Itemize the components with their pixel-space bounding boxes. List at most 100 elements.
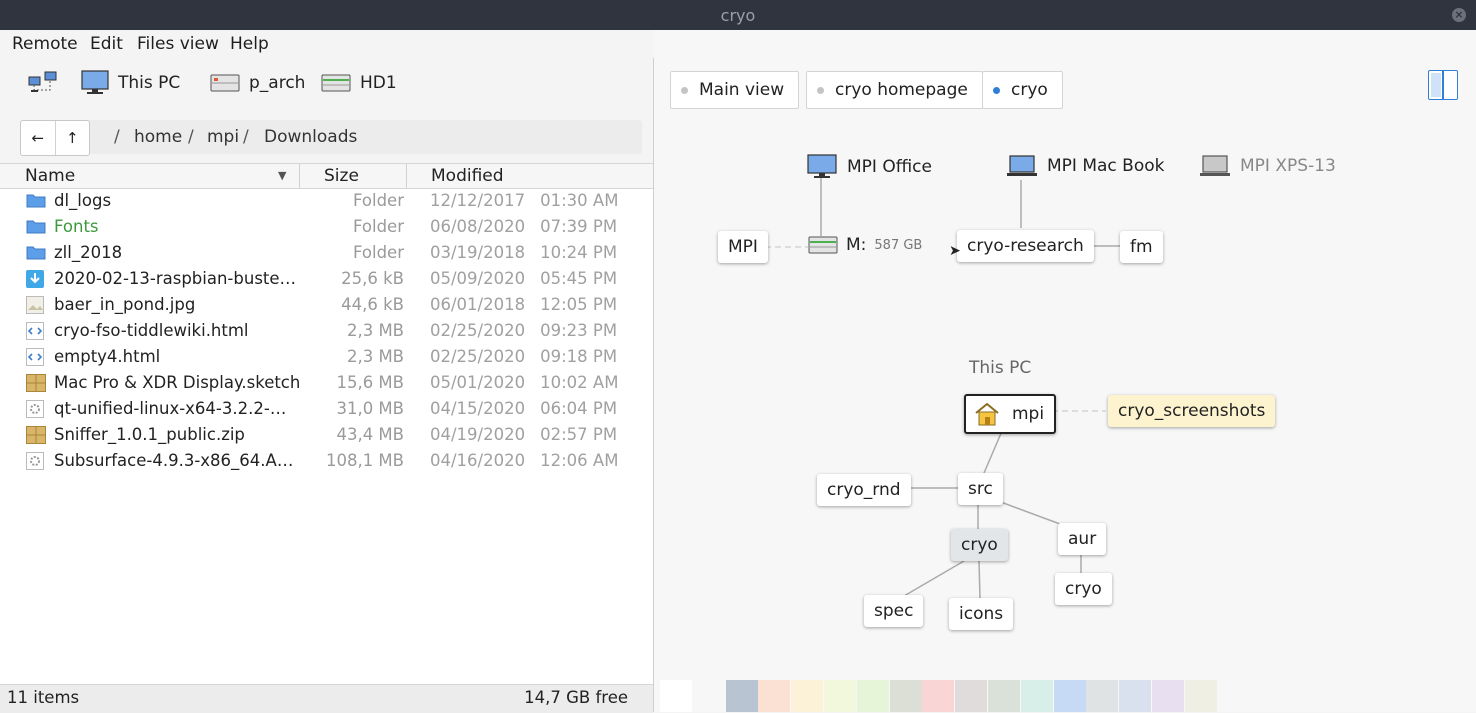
- laptop-icon: [1200, 155, 1230, 176]
- file-date: 04/19/2020: [430, 425, 526, 444]
- node-cryo-research[interactable]: cryo-research: [957, 230, 1094, 262]
- file-name: empty4.html: [54, 347, 161, 366]
- table-row[interactable]: Sniffer_1.0.1_public.zip 43,4 MB 04/19/202…: [0, 423, 653, 449]
- node-cryo-screenshots[interactable]: cryo_screenshots: [1108, 395, 1276, 427]
- node-mpi-mac-book[interactable]: MPI Mac Book: [1007, 154, 1164, 178]
- device-network[interactable]: [28, 70, 67, 96]
- color-swatch[interactable]: [725, 680, 758, 712]
- executable-icon: [26, 400, 46, 418]
- device-hd1[interactable]: HD1: [321, 70, 397, 96]
- file-time: 07:39 PM: [540, 217, 618, 236]
- color-swatch[interactable]: [692, 680, 725, 712]
- close-icon[interactable]: ×: [1452, 8, 1466, 22]
- column-modified[interactable]: Modified: [431, 166, 504, 186]
- table-row[interactable]: baer_in_pond.jpg 44,6 kB 06/01/2018 12:05 P…: [0, 293, 653, 319]
- table-row[interactable]: zll_2018 Folder 03/19/2018 10:24 PM: [0, 241, 653, 267]
- file-modified: 02/25/2020 09:23 PM: [430, 321, 617, 340]
- color-swatch[interactable]: [660, 680, 692, 712]
- up-button[interactable]: ↑: [56, 121, 90, 155]
- file-modified: 04/19/2020 02:57 PM: [430, 425, 617, 444]
- node-icons[interactable]: icons: [949, 598, 1014, 630]
- table-row[interactable]: cryo-fso-tiddlewiki.html 2,3 MB 02/25/2020…: [0, 319, 653, 345]
- window-title: cryo: [720, 6, 756, 25]
- color-swatch[interactable]: [1184, 680, 1217, 712]
- table-row[interactable]: Subsurface-4.9.3-x86_64.A… 108,1 MB 04/16/…: [0, 449, 653, 475]
- file-size: 43,4 MB: [336, 425, 404, 444]
- menu-bar: Remote Edit Files view Help: [0, 30, 654, 58]
- crumb-home[interactable]: home: [134, 127, 182, 147]
- menu-files-view[interactable]: Files view: [137, 34, 219, 54]
- device-this-pc-label: This PC: [118, 73, 181, 93]
- menu-help[interactable]: Help: [230, 34, 269, 54]
- file-modified: 06/01/2018 12:05 PM: [430, 295, 617, 314]
- file-name: qt-unified-linux-x64-3.2.2-…: [54, 399, 287, 418]
- back-button[interactable]: ←: [21, 121, 56, 155]
- node-cryo-2[interactable]: cryo: [1055, 573, 1112, 605]
- table-row[interactable]: qt-unified-linux-x64-3.2.2-… 31,0 MB 04/15…: [0, 397, 653, 423]
- path-separator: /: [114, 127, 120, 147]
- file-name: Mac Pro & XDR Display.sketch: [54, 373, 301, 392]
- node-aur[interactable]: aur: [1058, 523, 1107, 555]
- color-swatch[interactable]: [1086, 680, 1119, 712]
- node-cryo-rnd[interactable]: cryo_rnd: [817, 474, 911, 506]
- node-cryo[interactable]: cryo: [951, 529, 1008, 561]
- node-mpi-xps-13[interactable]: MPI XPS-13: [1200, 154, 1336, 178]
- mouse-cursor-icon: ➤: [949, 243, 961, 259]
- file-time: 12:06 AM: [540, 451, 619, 470]
- color-swatch[interactable]: [856, 680, 889, 712]
- color-swatch[interactable]: [889, 680, 922, 712]
- color-swatch[interactable]: [988, 680, 1020, 712]
- file-date: 12/12/2017: [430, 191, 526, 210]
- file-time: 09:23 PM: [540, 321, 618, 340]
- executable-icon: [26, 452, 46, 470]
- graph-pane: Main view cryo homepage cryo MPI Office: [654, 30, 1476, 712]
- color-swatch[interactable]: [1020, 680, 1053, 712]
- device-this-pc[interactable]: This PC: [81, 70, 180, 96]
- color-swatch[interactable]: [1119, 680, 1152, 712]
- node-mpi-office[interactable]: MPI Office: [807, 154, 932, 180]
- file-browser-pane: This PC p_arch HD1 ← ↑ / home / mpi / Do…: [0, 58, 654, 713]
- color-swatch[interactable]: [758, 680, 791, 712]
- file-date: 05/01/2020: [430, 373, 526, 392]
- table-row[interactable]: Fonts Folder 06/08/2020 07:39 PM: [0, 215, 653, 241]
- file-date: 04/16/2020: [430, 451, 526, 470]
- file-name: zll_2018: [54, 243, 123, 262]
- table-row[interactable]: Mac Pro & XDR Display.sketch 15,6 MB 05/01…: [0, 371, 653, 397]
- file-size: Folder: [353, 243, 404, 262]
- menu-remote[interactable]: Remote: [12, 34, 78, 54]
- file-date: 06/01/2018: [430, 295, 526, 314]
- node-src[interactable]: src: [958, 473, 1003, 505]
- file-list: dl_logs Folder 12/12/2017 01:30 AM Fonts Fold…: [0, 189, 653, 684]
- node-spec[interactable]: spec: [864, 595, 924, 627]
- node-mpi[interactable]: MPI: [718, 231, 768, 263]
- file-name: 2020-02-13-raspbian-buste…: [54, 269, 297, 288]
- table-row[interactable]: dl_logs Folder 12/12/2017 01:30 AM: [0, 189, 653, 215]
- color-swatch[interactable]: [824, 680, 856, 712]
- file-time: 09:18 PM: [540, 347, 618, 366]
- node-drive-m[interactable]: M: 587 GB: [808, 235, 922, 255]
- color-swatch[interactable]: [922, 680, 955, 712]
- sort-down-icon: ▼: [278, 169, 287, 182]
- file-modified: 12/12/2017 01:30 AM: [430, 191, 618, 210]
- crumb-downloads[interactable]: Downloads: [264, 127, 357, 147]
- table-row[interactable]: empty4.html 2,3 MB 02/25/2020 09:18 PM: [0, 345, 653, 371]
- column-name[interactable]: Name: [25, 166, 75, 186]
- file-modified: 02/25/2020 09:18 PM: [430, 347, 617, 366]
- color-swatch[interactable]: [955, 680, 988, 712]
- column-size[interactable]: Size: [324, 166, 359, 186]
- color-swatch[interactable]: [1053, 680, 1086, 712]
- download-icon: [26, 270, 46, 288]
- node-fm[interactable]: fm: [1120, 231, 1163, 263]
- device-p-arch-label: p_arch: [249, 73, 306, 93]
- file-size: 108,1 MB: [325, 451, 404, 470]
- device-p-arch[interactable]: p_arch: [210, 70, 305, 96]
- crumb-mpi[interactable]: mpi: [207, 127, 239, 147]
- color-swatch[interactable]: [1152, 680, 1184, 712]
- arrow-up-icon: ↑: [65, 129, 79, 147]
- folder-icon: [26, 218, 46, 236]
- color-swatch[interactable]: [791, 680, 824, 712]
- menu-edit[interactable]: Edit: [90, 34, 123, 54]
- file-time: 10:24 PM: [540, 243, 618, 262]
- table-row[interactable]: 2020-02-13-raspbian-buste… 25,6 kB 05/09/2…: [0, 267, 653, 293]
- node-mpi-root[interactable]: mpi: [964, 394, 1057, 434]
